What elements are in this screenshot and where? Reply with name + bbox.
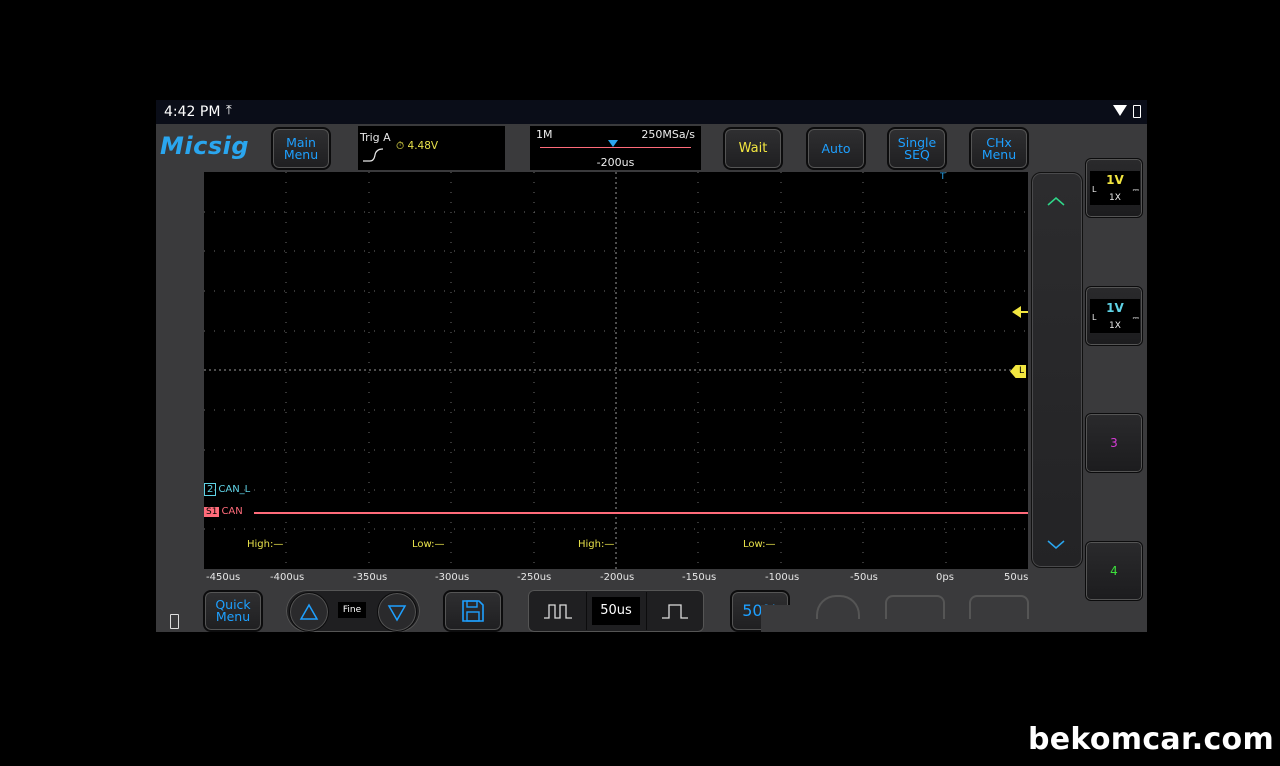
decode-label-2: Low:— (412, 539, 445, 550)
fine-toggle[interactable]: Fine (338, 602, 366, 618)
ch2-scale-display: 1V L ⎓ 1X (1090, 299, 1140, 333)
sample-rate: 250MSa/s (641, 128, 695, 141)
ch2-number: 2 (204, 483, 217, 496)
ch2-name: CAN_L (218, 484, 251, 495)
x-tick: -300us (435, 572, 470, 583)
quick-menu-label-2: Menu (215, 609, 251, 624)
x-tick: -100us (765, 572, 800, 583)
x-tick: -450us (206, 572, 241, 583)
trigger-panel[interactable]: Trig A ⏱ 4.48V (358, 126, 505, 170)
timebase-slower-button[interactable] (530, 592, 587, 630)
battery-icon (170, 614, 179, 629)
ch3-number: 3 (1110, 436, 1118, 450)
timebase-panel[interactable]: 1M 250MSa/s -200us (530, 126, 701, 170)
position-up-button[interactable] (289, 592, 329, 632)
s1-tag: S1 (204, 507, 220, 517)
trigger-level: ⏱ 4.48V (396, 140, 439, 152)
x-tick: -250us (517, 572, 552, 583)
x-tick: -200us (600, 572, 635, 583)
single-seq-button[interactable]: Single SEQ (887, 127, 947, 170)
ch2-label[interactable]: 2 CAN_L (204, 483, 250, 496)
trigger-title: Trig A (360, 131, 391, 144)
triangle-up-icon (299, 603, 319, 620)
timebase-control: 50us (528, 590, 704, 632)
ch4-button[interactable]: 4 (1085, 541, 1143, 601)
quick-menu-button[interactable]: Quick Menu (203, 590, 263, 632)
chx-menu-button[interactable]: CHx Menu (969, 127, 1029, 170)
watermark: bekomcar.com (1028, 722, 1275, 757)
main-menu-label-2: Menu (283, 146, 319, 162)
x-tick: -350us (353, 572, 388, 583)
position-down-button[interactable] (377, 592, 417, 632)
upload-icon: ⤒ (226, 103, 232, 118)
s1-trace (254, 512, 1028, 514)
ch3-button[interactable]: 3 (1085, 413, 1143, 473)
trigger-position: -200us (596, 156, 635, 169)
micsig-logo: Micsig (160, 132, 250, 160)
wait-button[interactable]: Wait (723, 127, 783, 170)
time-per-div: 50us (592, 597, 640, 625)
ch2-scale-button[interactable]: 1V L ⎓ 1X (1085, 286, 1143, 346)
decode-label-3: High:— (578, 539, 615, 550)
memory-depth: 1M (536, 128, 553, 141)
trigger-position-marker (608, 140, 618, 147)
cut-off-control-1[interactable] (816, 595, 860, 619)
chevron-up-icon[interactable] (1046, 195, 1066, 207)
single-seq-label-2: SEQ (904, 146, 930, 162)
x-axis-labels: -450us -400us -350us -300us -250us -200u… (204, 572, 1028, 586)
rising-edge-icon (363, 148, 384, 162)
waveform-display[interactable]: T L 2 CAN_L S1 CAN High:— Low:— High:— Low… (204, 172, 1028, 569)
bottom-cutoff-area (761, 595, 1147, 632)
x-tick: -150us (682, 572, 717, 583)
battery-status-icon (1133, 105, 1141, 118)
ch4-number: 4 (1110, 564, 1118, 578)
status-time: 4:42 PM (164, 104, 221, 120)
wide-pulse-icon (544, 604, 572, 619)
save-icon (462, 600, 484, 622)
trigger-level-arrow-line (1020, 311, 1028, 313)
cut-off-control-3[interactable] (969, 595, 1029, 619)
s1-name: CAN (221, 506, 243, 517)
ch1-probe: 1X (1109, 193, 1121, 203)
vertical-position-control: Fine (286, 590, 420, 632)
s1-label[interactable]: S1 CAN (204, 506, 243, 517)
triangle-down-icon (387, 605, 407, 622)
auto-button[interactable]: Auto (806, 127, 866, 170)
wifi-icon (1113, 105, 1127, 116)
x-tick: 50us (1004, 572, 1029, 583)
timebase-faster-button[interactable] (646, 592, 703, 630)
vertical-scroll-panel[interactable] (1031, 172, 1083, 568)
x-tick: -400us (270, 572, 305, 583)
cut-off-control-2[interactable] (885, 595, 945, 619)
graticule (204, 172, 1028, 569)
decode-label-1: High:— (247, 539, 284, 550)
chx-menu-label-2: Menu (981, 146, 1017, 162)
narrow-pulse-icon (662, 604, 688, 619)
chevron-down-icon[interactable] (1046, 539, 1066, 551)
trigger-top-marker: T (940, 172, 946, 182)
ch1-scale-display: 1V L ⎓ 1X (1090, 171, 1140, 205)
ch1-scale-button[interactable]: 1V L ⎓ 1X (1085, 158, 1143, 218)
timebase-bar (540, 147, 691, 148)
save-button[interactable] (443, 590, 503, 632)
oscilloscope-screen: 4:42 PM ⤒ Micsig Main Menu Trig A ⏱ 4.48V… (156, 100, 1147, 632)
x-tick: 0ps (936, 572, 954, 583)
status-bar: 4:42 PM ⤒ (156, 100, 1147, 124)
x-tick: -50us (850, 572, 878, 583)
main-menu-button[interactable]: Main Menu (271, 127, 331, 170)
decode-label-4: Low:— (743, 539, 776, 550)
ch2-probe: 1X (1109, 321, 1121, 331)
trigger-level-value: 4.48V (407, 140, 439, 152)
